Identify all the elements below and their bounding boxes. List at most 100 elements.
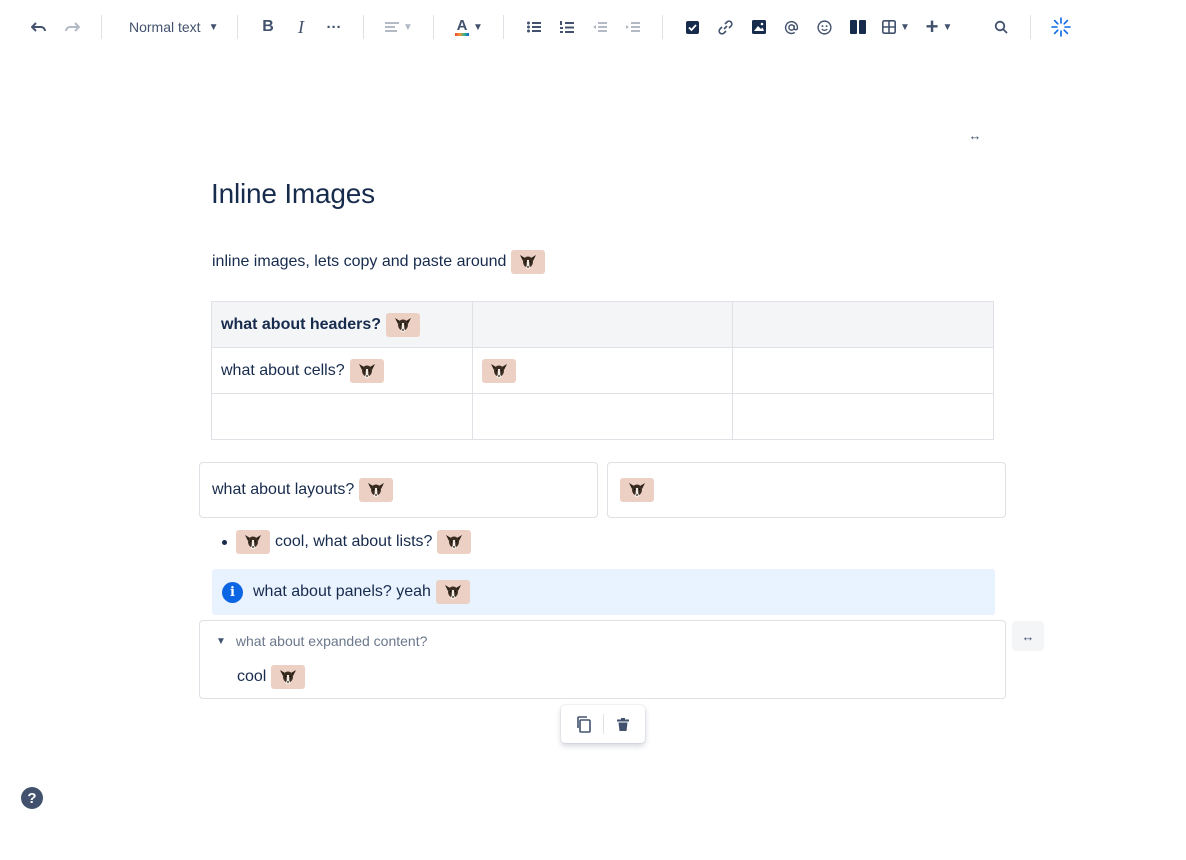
content-table: what about headers? what about cells? bbox=[211, 301, 994, 440]
table-cell[interactable] bbox=[732, 393, 994, 440]
chevron-down-icon: ▼ bbox=[942, 21, 953, 33]
table-icon bbox=[882, 20, 897, 34]
expand-title[interactable]: what about expanded content? bbox=[236, 633, 428, 649]
ai-button[interactable] bbox=[1046, 12, 1076, 42]
link-button[interactable] bbox=[711, 12, 741, 42]
italic-button[interactable]: I bbox=[286, 12, 316, 42]
copy-icon bbox=[577, 715, 591, 733]
chevron-down-icon: ▼ bbox=[403, 21, 413, 33]
insert-dropdown[interactable]: + ▼ bbox=[919, 12, 959, 42]
paragraph-text: inline images, lets copy and paste aroun… bbox=[212, 253, 507, 270]
indent-button[interactable] bbox=[618, 12, 648, 42]
text-color-letter: A bbox=[456, 16, 468, 34]
info-panel[interactable]: i what about panels? yeah bbox=[212, 569, 995, 615]
list-item[interactable]: cool, what about lists? bbox=[222, 530, 472, 554]
text-style-dropdown[interactable]: Normal text ▼ bbox=[115, 12, 224, 42]
toolbar-divider bbox=[1030, 15, 1032, 39]
outdent-icon bbox=[592, 22, 607, 32]
table-cell[interactable] bbox=[732, 347, 994, 394]
action-item-button[interactable] bbox=[678, 12, 708, 42]
text-style-label: Normal text bbox=[129, 19, 201, 35]
list-item-text: cool, what about lists? bbox=[275, 533, 433, 550]
table-cell[interactable] bbox=[211, 393, 473, 440]
toolbar-divider bbox=[503, 15, 505, 39]
delete-button[interactable] bbox=[609, 710, 637, 738]
table-header-cell[interactable] bbox=[732, 301, 994, 348]
chevron-down-icon[interactable]: ▼ bbox=[216, 636, 226, 647]
chevron-down-icon: ▼ bbox=[900, 21, 910, 33]
layout-text: what about layouts? bbox=[212, 481, 355, 498]
expand-block[interactable]: ▼ what about expanded content? cool bbox=[199, 620, 1006, 699]
table-cell[interactable] bbox=[471, 393, 734, 440]
search-icon bbox=[994, 20, 1008, 34]
dog-emoji bbox=[435, 580, 470, 604]
bullet bbox=[222, 539, 227, 545]
toolbar-divider bbox=[237, 15, 239, 39]
dog-emoji bbox=[359, 478, 394, 502]
dog-icon bbox=[395, 317, 412, 332]
help-button[interactable]: ? bbox=[21, 787, 43, 809]
emoji-button[interactable] bbox=[810, 12, 840, 42]
dog-emoji bbox=[386, 312, 421, 337]
dog-emoji bbox=[349, 358, 384, 383]
undo-icon bbox=[30, 22, 46, 32]
dog-icon bbox=[520, 255, 537, 270]
chevron-down-icon: ▼ bbox=[208, 21, 219, 33]
dog-emoji bbox=[236, 530, 270, 554]
image-button[interactable] bbox=[744, 12, 774, 42]
dog-icon bbox=[444, 585, 461, 600]
cell-text: what about headers? bbox=[221, 315, 382, 333]
bold-button[interactable]: B bbox=[253, 12, 283, 42]
dog-icon bbox=[629, 483, 645, 498]
expand-content[interactable]: cool bbox=[237, 665, 306, 689]
page-width-toggle[interactable]: ↔ bbox=[959, 120, 991, 150]
more-formatting-button[interactable]: ··· bbox=[319, 12, 349, 42]
layout-column-2[interactable] bbox=[607, 462, 1006, 518]
toolbar-divider bbox=[602, 714, 604, 734]
indent-icon bbox=[625, 22, 640, 32]
layouts-button[interactable] bbox=[843, 12, 873, 42]
floating-toolbar bbox=[561, 705, 645, 743]
chevron-down-icon: ▼ bbox=[473, 21, 483, 33]
page-title[interactable]: Inline Images bbox=[211, 178, 375, 210]
link-icon bbox=[718, 19, 734, 35]
table-header-cell[interactable]: what about headers? bbox=[211, 301, 473, 348]
plus-icon: + bbox=[925, 14, 939, 39]
dog-emoji bbox=[481, 358, 516, 383]
find-replace-button[interactable] bbox=[986, 12, 1016, 42]
dog-emoji bbox=[511, 250, 546, 274]
table-dropdown[interactable]: ▼ bbox=[876, 12, 916, 42]
undo-button[interactable] bbox=[24, 12, 54, 42]
expand-width-toggle[interactable]: ↔ bbox=[1012, 621, 1044, 651]
text-color-dropdown[interactable]: A ▼ bbox=[449, 12, 489, 42]
dog-icon bbox=[358, 363, 375, 378]
table-cell[interactable]: what about cells? bbox=[211, 347, 473, 394]
mention-button[interactable] bbox=[777, 12, 807, 42]
layout-column-1[interactable]: what about layouts? bbox=[199, 462, 598, 518]
table-cell[interactable] bbox=[471, 347, 734, 394]
toolbar-divider bbox=[101, 15, 102, 39]
outdent-button[interactable] bbox=[585, 12, 615, 42]
bullet-list-icon bbox=[526, 21, 541, 33]
cell-text: what about cells? bbox=[221, 361, 345, 379]
expand-body-text: cool bbox=[237, 668, 267, 685]
redo-button[interactable] bbox=[57, 12, 87, 42]
dog-emoji bbox=[271, 665, 306, 689]
alignment-dropdown[interactable]: ▼ bbox=[379, 12, 419, 42]
image-icon bbox=[751, 20, 766, 34]
sparkle-loader-icon bbox=[1051, 17, 1071, 37]
arrows-horizontal-icon: ↔ bbox=[968, 127, 982, 143]
table-header-cell[interactable] bbox=[471, 301, 734, 348]
toolbar-divider bbox=[662, 15, 664, 39]
paragraph[interactable]: inline images, lets copy and paste aroun… bbox=[212, 250, 546, 274]
dog-icon bbox=[368, 483, 385, 498]
dog-icon bbox=[446, 535, 463, 550]
bullet-list-button[interactable] bbox=[519, 12, 549, 42]
expand-header[interactable]: ▼ what about expanded content? bbox=[216, 633, 427, 649]
arrows-horizontal-icon: ↔ bbox=[1021, 628, 1035, 644]
numbered-list-button[interactable] bbox=[552, 12, 582, 42]
color-bar bbox=[455, 32, 470, 36]
copy-button[interactable] bbox=[570, 710, 598, 738]
dog-icon bbox=[490, 363, 507, 378]
editor-toolbar: Normal text ▼ B I ··· ▼ A ▼ ▼ + ▼ bbox=[0, 0, 1186, 54]
